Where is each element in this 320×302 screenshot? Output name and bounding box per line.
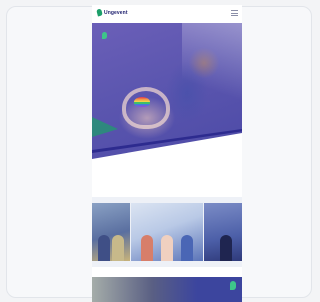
feature-card[interactable] bbox=[204, 203, 242, 261]
speech-drop-icon bbox=[102, 32, 107, 39]
hero-banner bbox=[92, 23, 242, 159]
card-photo-figure bbox=[181, 235, 193, 261]
card-photo-figure bbox=[161, 235, 173, 261]
top-navigation-bar: Ungevent bbox=[92, 5, 242, 23]
news-teaser[interactable] bbox=[92, 277, 242, 302]
news-teaser-image bbox=[92, 277, 242, 302]
card-photo-figure bbox=[141, 235, 153, 261]
speech-drop-icon bbox=[230, 281, 236, 290]
heart-hands-shape bbox=[122, 87, 170, 129]
rainbow-heart-icon bbox=[134, 97, 150, 107]
feature-card[interactable] bbox=[131, 203, 203, 261]
site-logo[interactable]: Ungevent bbox=[96, 8, 128, 17]
logo-drop-icon bbox=[96, 8, 103, 17]
mobile-page-preview: Ungevent bbox=[92, 5, 242, 302]
card-photo-figure bbox=[98, 235, 110, 261]
hamburger-icon[interactable] bbox=[231, 10, 238, 16]
logo-text: Ungevent bbox=[104, 9, 128, 16]
feature-card[interactable] bbox=[92, 203, 130, 261]
hero-light bbox=[182, 23, 242, 113]
feature-cards bbox=[92, 197, 242, 267]
card-photo-figure bbox=[220, 235, 232, 261]
card-photo-figure bbox=[112, 235, 124, 261]
